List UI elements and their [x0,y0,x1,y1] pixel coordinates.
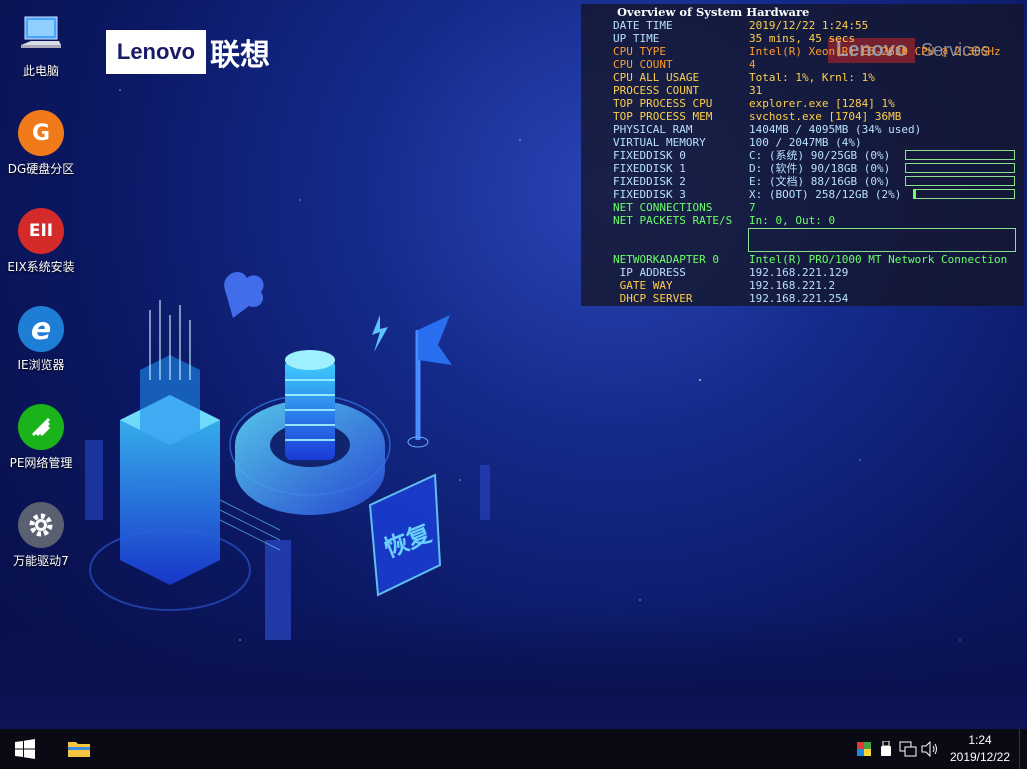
sysinfo-row: NETWORKADAPTER 0 Intel(R) PRO/1000 MT Net… [613,253,1023,266]
network-icon[interactable] [897,729,919,769]
net-rate-graph [748,228,1016,252]
sysinfo-key: CPU ALL USAGE [613,71,700,84]
sysinfo-key: TOP PROCESS MEM [613,110,713,123]
sysinfo-value: svchost.exe [1704] 36MB [749,110,902,123]
sysinfo-value: explorer.exe [1284] 1% [749,97,895,110]
sysinfo-key: UP TIME [613,32,660,45]
desktop-icon-driver[interactable]: 万能驱动7 [4,502,78,569]
sysinfo-value: 35 mins, 45 secs [749,32,855,45]
sysinfo-value: 192.168.221.129 [749,266,849,279]
lenovo-logo: Lenovo 联想 [106,30,274,74]
sysinfo-key: FIXEDDISK 2 [613,175,686,188]
sysinfo-value: D: (软件) 90/18GB (0%) [749,162,891,175]
sysinfo-value: E: (文档) 88/16GB (0%) [749,175,891,188]
sysinfo-value: X: (BOOT) 258/12GB (2%) [749,188,902,201]
sysinfo-disk-row: FIXEDDISK 3 X: (BOOT) 258/12GB (2%) [613,188,1027,201]
sysinfo-value: Total: 1%, Krnl: 1% [749,71,875,84]
desktop-icon-label: 此电脑 [22,64,59,78]
wallpaper-illustration: 恢复 [85,271,490,640]
color-app-icon[interactable] [853,729,875,769]
sysinfo-disk-row: FIXEDDISK 2 E: (文档) 88/16GB (0%) [613,175,1027,188]
system-info-panel: Lenovo Services Overview of System Hardw… [581,4,1024,306]
desktop-icon-eix[interactable]: EII EIX系统安装 [4,208,78,275]
desktop-icon-label: 万能驱动7 [13,554,69,568]
sysinfo-key: DATE TIME [613,19,673,32]
sysinfo-value: Intel(R) Xeon(R) E5-2630 CPU @ 2.30GHz [749,45,1001,58]
eix-install-icon: EII [18,208,64,254]
clock-date: 2019/12/22 [949,750,1011,764]
desktop-icon-label: EIX系统安装 [7,260,75,274]
lenovo-logo-cn: 联想 [210,38,270,73]
disk-usage-bar [913,189,1015,199]
desktop-icon-label: DG硬盘分区 [7,162,75,176]
usb-icon[interactable] [875,729,897,769]
desktop-icon-pe-network[interactable]: PE网络管理 [4,404,78,471]
eix-glyph: EII [28,221,54,241]
disk-usage-bar [905,176,1015,186]
sysinfo-value: 100 / 2047MB (4%) [749,136,862,149]
sysinfo-value: In: 0, Out: 0 [749,214,836,227]
sysinfo-key: CPU COUNT [613,58,673,71]
taskbar-clock[interactable]: 1:24 2019/12/22 [941,732,1019,766]
taskbar: 1:24 2019/12/22 [0,729,1027,769]
sysinfo-title: Overview of System Hardware [617,5,810,19]
disk-usage-fill [914,190,916,198]
windows-icon [15,739,35,759]
sysinfo-key: FIXEDDISK 1 [613,162,686,175]
ie-browser-icon: e [18,306,64,352]
diskgenius-icon: G [18,110,64,156]
sysinfo-value: 4 [749,58,756,71]
system-tray: 1:24 2019/12/22 [853,729,1027,769]
sysinfo-value: C: (系统) 90/25GB (0%) [749,149,891,162]
desktop-icon-label: IE浏览器 [17,358,65,372]
sysinfo-key: NETWORKADAPTER 0 [613,253,719,266]
sysinfo-value: 1404MB / 4095MB (34% used) [749,123,922,136]
sysinfo-value: 2019/12/22 1:24:55 [749,19,869,32]
desktop-icon-label: PE网络管理 [9,456,73,470]
folder-icon [68,742,90,757]
sysinfo-key: IP ADDRESS [613,266,686,279]
volume-icon[interactable] [919,729,941,769]
desktop-icon-dg[interactable]: G DG硬盘分区 [4,110,78,177]
disk-usage-bar [905,150,1015,160]
sysinfo-key: TOP PROCESS CPU [613,97,713,110]
sysinfo-key: NET PACKETS RATE/S [613,214,733,227]
network-manager-icon [18,404,64,450]
lenovo-logo-text: Lenovo [106,30,206,74]
sysinfo-key: VIRTUAL MEMORY [613,136,706,149]
desktop-icon-ie[interactable]: e IE浏览器 [4,306,78,373]
sysinfo-key: CPU TYPE [613,45,666,58]
sysinfo-key: GATE WAY [613,279,673,292]
start-button[interactable] [0,729,50,769]
diskgenius-glyph: G [31,120,51,146]
gear-icon [18,502,64,548]
sysinfo-key: DHCP SERVER [613,292,693,305]
desktop-icon-this-pc[interactable]: 此电脑 [4,12,78,79]
sysinfo-key: FIXEDDISK 0 [613,149,686,162]
disk-usage-bar [905,163,1015,173]
sysinfo-value: Intel(R) PRO/1000 MT Network Connection [749,253,1008,266]
sysinfo-key: PHYSICAL RAM [613,123,693,136]
clock-time: 1:24 [968,733,992,747]
sysinfo-value: 7 [749,201,756,214]
sysinfo-value: 31 [749,84,763,97]
sysinfo-disk-row: FIXEDDISK 1 D: (软件) 90/18GB (0%) [613,162,1027,175]
sysinfo-key: FIXEDDISK 3 [613,188,686,201]
sysinfo-value: 192.168.221.254 [749,292,849,305]
sysinfo-key: NET CONNECTIONS [613,201,713,214]
sysinfo-key: PROCESS COUNT [613,84,700,97]
sysinfo-disk-row: FIXEDDISK 0 C: (系统) 90/25GB (0%) [613,149,1027,162]
file-explorer-button[interactable] [50,729,108,769]
sysinfo-value: 192.168.221.2 [749,279,836,292]
ie-glyph: e [30,311,52,347]
show-desktop-button[interactable] [1019,729,1027,769]
computer-icon [18,12,64,58]
